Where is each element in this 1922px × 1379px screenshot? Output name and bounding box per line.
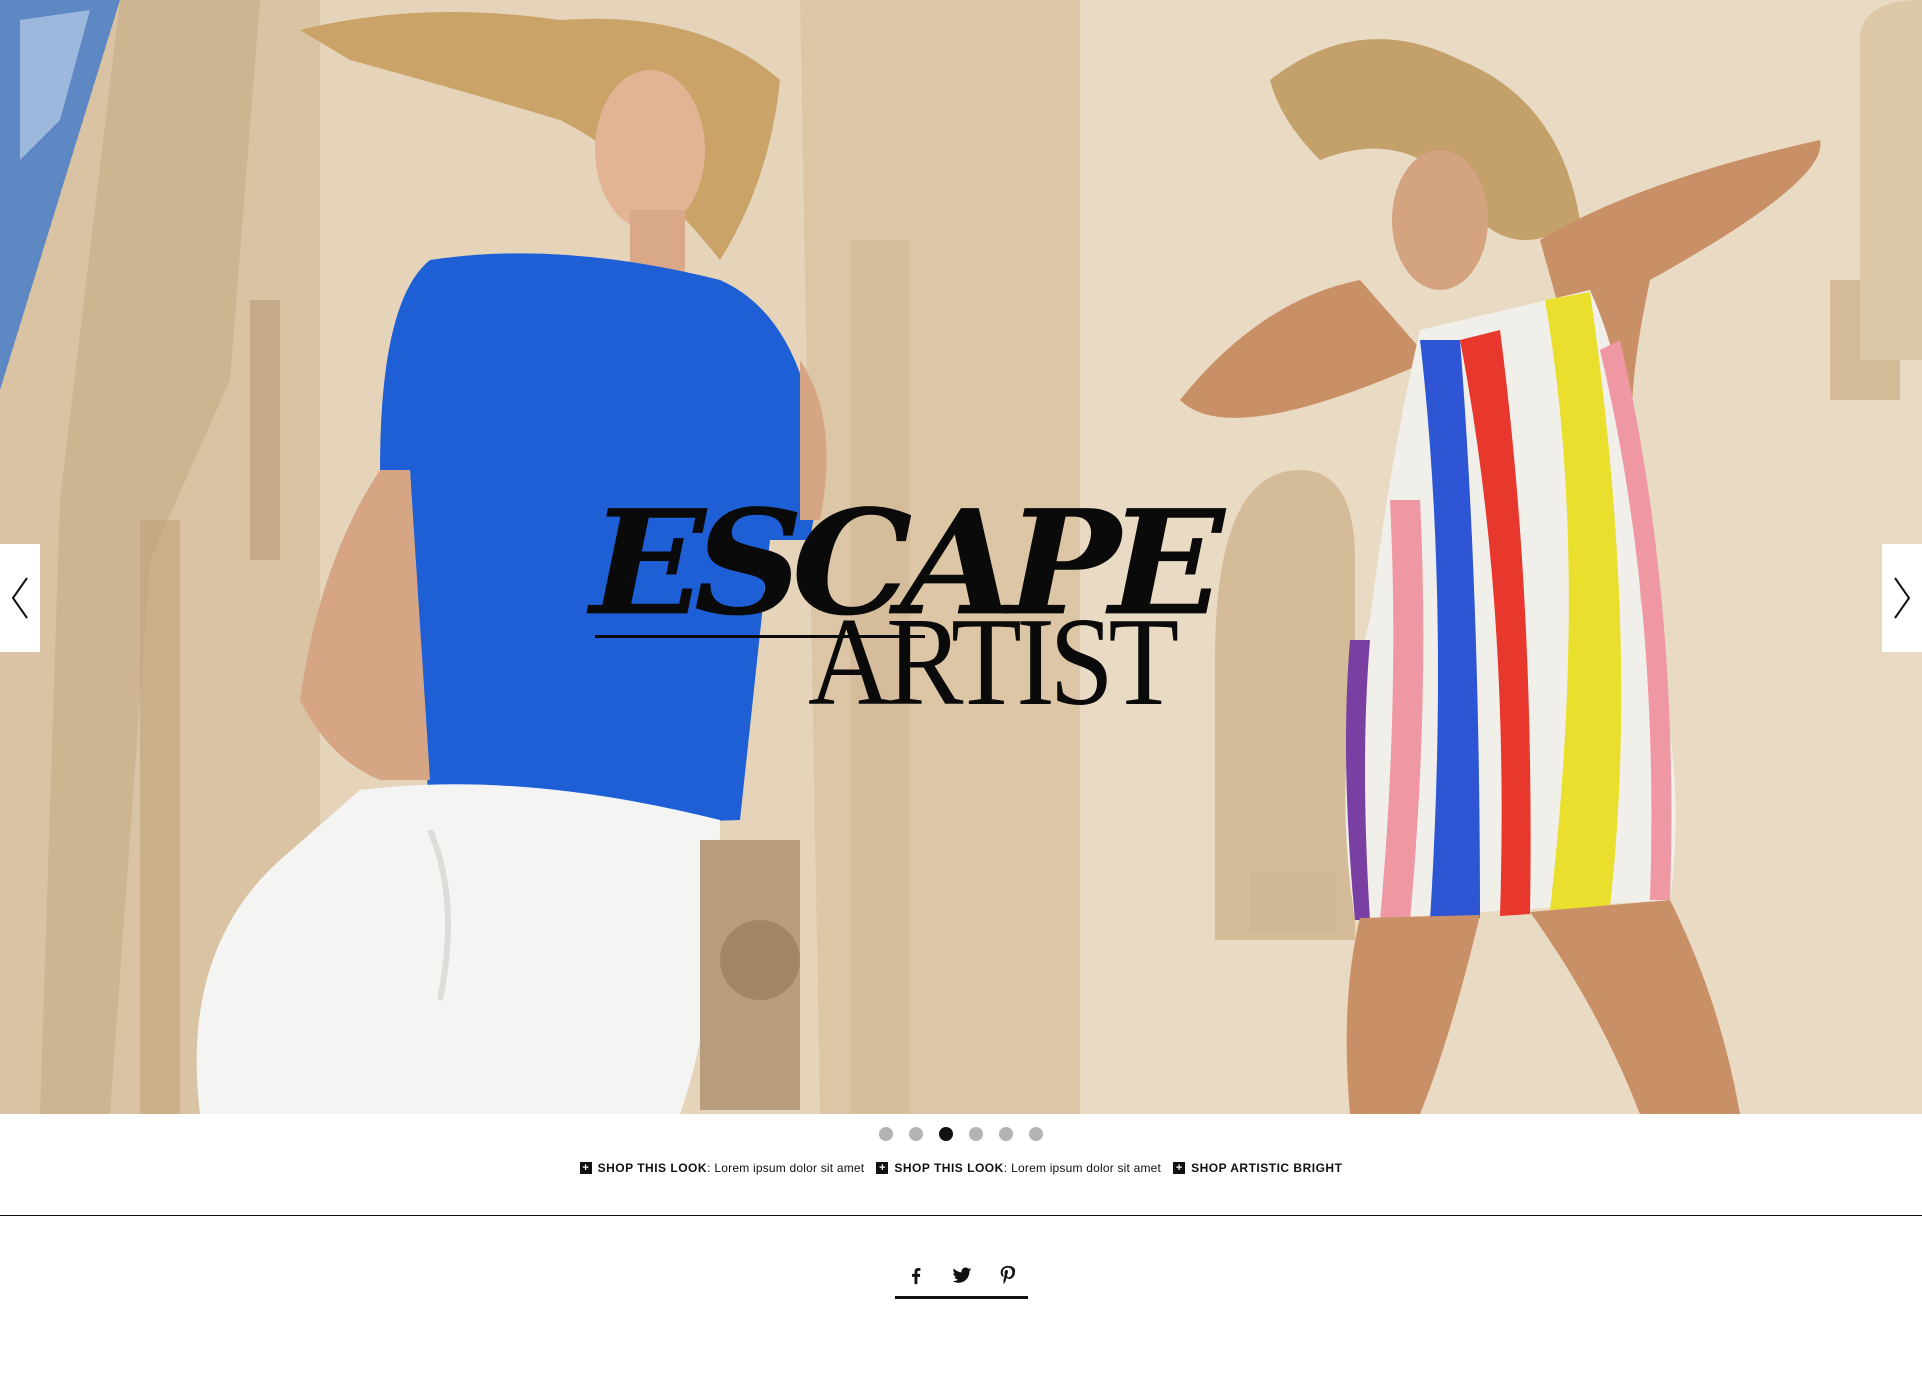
chevron-right-icon: [1894, 577, 1911, 619]
shop-link-description: Lorem ipsum dolor sit amet: [714, 1161, 865, 1175]
social-share: [895, 1254, 1028, 1299]
shop-link-label: SHOP THIS LOOK: [597, 1161, 708, 1175]
carousel-dot[interactable]: [1029, 1127, 1043, 1141]
pinterest-button[interactable]: [996, 1263, 1020, 1287]
shop-link-separator: :: [1003, 1161, 1008, 1175]
shop-link[interactable]: + SHOP THIS LOOK: Lorem ipsum dolor sit am…: [579, 1161, 865, 1175]
carousel-dot[interactable]: [999, 1127, 1013, 1141]
carousel-prev-button[interactable]: [0, 544, 40, 652]
shop-links: + SHOP THIS LOOK: Lorem ipsum dolor sit am…: [0, 1158, 1922, 1178]
plus-icon: +: [876, 1162, 889, 1174]
pinterest-icon: [1000, 1265, 1015, 1285]
shop-link[interactable]: + SHOP THIS LOOK: Lorem ipsum dolor sit am…: [876, 1161, 1161, 1175]
plus-icon: +: [579, 1162, 592, 1174]
carousel-dot[interactable]: [939, 1127, 953, 1141]
hero-banner: ESCAPE ARTIST: [0, 0, 1922, 1114]
facebook-icon: [911, 1267, 920, 1285]
carousel-dots: [0, 1127, 1922, 1143]
hero-photo: [0, 0, 1922, 1114]
chevron-left-icon: [11, 577, 28, 619]
twitter-icon: [951, 1267, 971, 1283]
carousel-dot[interactable]: [879, 1127, 893, 1141]
shop-link[interactable]: + SHOP ARTISTIC BRIGHT: [1173, 1161, 1342, 1175]
plus-icon: +: [1173, 1162, 1186, 1174]
divider: [0, 1215, 1922, 1216]
shop-link-label: SHOP THIS LOOK: [894, 1161, 1004, 1175]
shop-link-label: SHOP ARTISTIC BRIGHT: [1191, 1161, 1343, 1175]
carousel-next-button[interactable]: [1882, 544, 1922, 652]
carousel-dot[interactable]: [909, 1127, 923, 1141]
facebook-button[interactable]: [904, 1263, 928, 1287]
shop-link-description: Lorem ipsum dolor sit amet: [1011, 1161, 1162, 1175]
carousel-dot[interactable]: [969, 1127, 983, 1141]
twitter-button[interactable]: [950, 1263, 974, 1287]
shop-link-separator: :: [707, 1161, 711, 1175]
